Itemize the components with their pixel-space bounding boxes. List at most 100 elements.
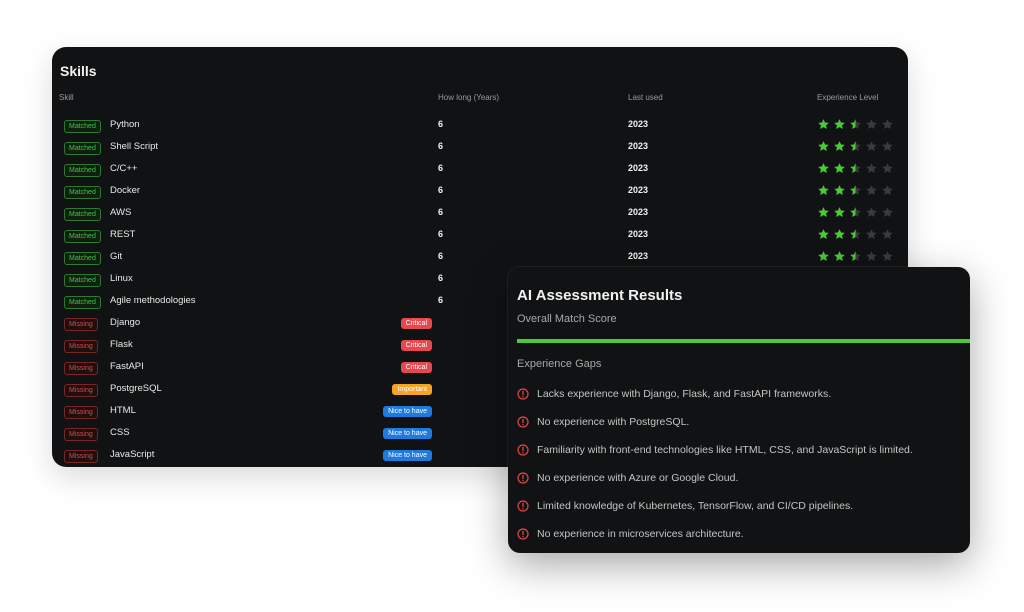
skill-row: Matched AWS 6 2023 [52,203,908,225]
experience-gap-item: No experience in microservices architect… [517,526,744,542]
experience-gap-text: Familiarity with front-end technologies … [537,444,913,456]
match-score-bar-fill [517,339,970,343]
star-icon [818,163,829,174]
alert-circle-icon [517,388,529,400]
skill-years: 6 [438,273,444,283]
skill-years: 6 [438,229,444,239]
star-icon [866,229,877,240]
skill-row: Matched Git 6 2023 [52,247,908,269]
assessment-title: AI Assessment Results [517,287,683,304]
star-icon [834,229,845,240]
experience-rating [817,250,894,263]
assessment-panel: AI Assessment Results Overall Match Scor… [508,267,970,553]
experience-rating [817,206,894,219]
star-icon [882,119,893,130]
star-icon [818,229,829,240]
star-icon [850,207,861,218]
star-icon [866,163,877,174]
status-badge: Matched [64,164,101,177]
star-icon [866,251,877,262]
experience-gap-item: No experience with Azure or Google Cloud… [517,470,738,486]
experience-gap-text: No experience with Azure or Google Cloud… [537,472,739,484]
star-icon [818,141,829,152]
experience-gap-text: Lacks experience with Django, Flask, and… [537,388,832,400]
skill-name: Git [110,251,123,262]
priority-badge: Nice to have [383,450,432,461]
experience-rating [817,118,894,131]
star-icon [818,207,829,218]
skill-row: Matched Shell Script 6 2023 [52,137,908,159]
experience-rating [817,184,894,197]
star-icon [818,185,829,196]
experience-gap-item: Limited knowledge of Kubernetes, TensorF… [517,498,853,514]
skill-last-used: 2023 [628,163,649,173]
skill-years: 6 [438,251,444,261]
status-badge: Missing [64,384,98,397]
status-badge: Matched [64,120,101,133]
skill-years: 6 [438,295,444,305]
skill-name: Linux [110,273,133,284]
skill-row: Matched Python 6 2023 [52,115,908,137]
experience-gaps-label: Experience Gaps [517,358,602,370]
skill-years: 6 [438,185,444,195]
star-icon [882,207,893,218]
experience-rating [817,140,894,153]
star-icon [882,185,893,196]
skills-title: Skills [60,63,97,79]
skill-name: FastAPI [110,361,144,372]
skill-row: Matched REST 6 2023 [52,225,908,247]
alert-circle-icon [517,528,529,540]
star-icon [850,229,861,240]
alert-circle-icon [517,416,529,428]
status-badge: Missing [64,318,98,331]
skill-last-used: 2023 [628,119,649,129]
star-icon [850,163,861,174]
match-score-bar [517,339,970,343]
priority-badge: Critical [400,340,432,351]
status-badge: Missing [64,406,98,419]
star-icon [882,229,893,240]
skill-last-used: 2023 [628,141,649,151]
skill-name: PostgreSQL [110,383,162,394]
alert-circle-icon [517,472,529,484]
skill-row: Matched Docker 6 2023 [52,181,908,203]
priority-badge: Nice to have [383,406,432,417]
priority-badge: Critical [400,362,432,373]
status-badge: Matched [64,252,101,265]
status-badge: Matched [64,142,101,155]
status-badge: Missing [64,362,98,375]
star-icon [850,185,861,196]
skill-name: REST [110,229,136,240]
skill-name: AWS [110,207,132,218]
skill-years: 6 [438,119,444,129]
star-icon [850,119,861,130]
skill-last-used: 2023 [628,207,649,217]
priority-badge: Nice to have [383,428,432,439]
star-icon [882,141,893,152]
status-badge: Matched [64,208,101,221]
priority-badge: Important [392,384,432,395]
star-icon [834,207,845,218]
skill-name: CSS [110,427,130,438]
skill-name: Shell Script [110,141,159,152]
star-icon [882,163,893,174]
skill-name: C/C++ [110,163,138,174]
star-icon [834,119,845,130]
star-icon [866,119,877,130]
star-icon [818,251,829,262]
status-badge: Missing [64,340,98,353]
experience-rating [817,162,894,175]
column-header-experience-level: Experience Level [817,93,879,102]
star-icon [866,185,877,196]
status-badge: Matched [64,274,101,287]
status-badge: Matched [64,296,101,309]
star-icon [850,141,861,152]
experience-gap-item: No experience with PostgreSQL. [517,414,689,430]
experience-gap-text: No experience with PostgreSQL. [537,416,690,428]
status-badge: Matched [64,186,101,199]
star-icon [866,141,877,152]
priority-badge: Critical [400,318,432,329]
skill-name: Python [110,119,140,130]
experience-rating [817,228,894,241]
star-icon [866,207,877,218]
